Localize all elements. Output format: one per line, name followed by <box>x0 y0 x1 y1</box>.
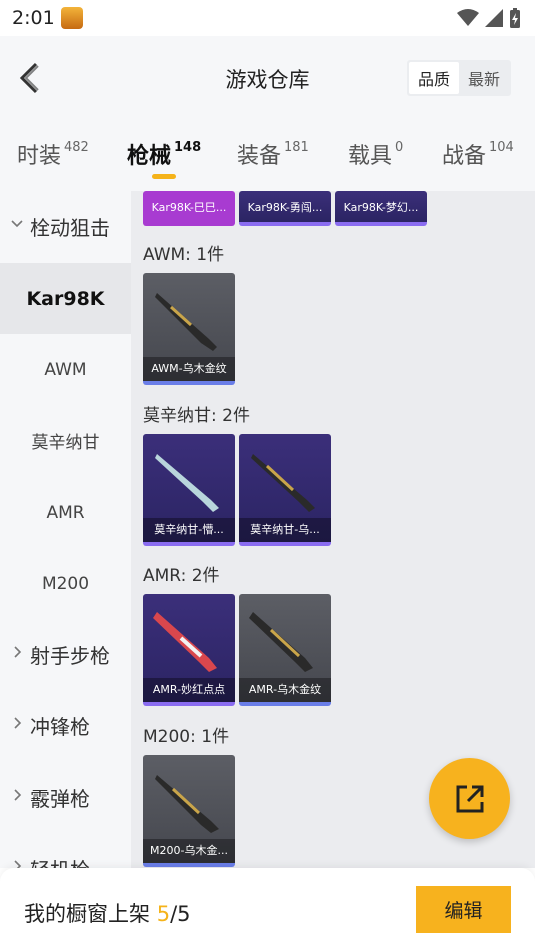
app-header: 游戏仓库 品质 最新 <box>0 36 535 120</box>
battery-icon <box>510 8 520 28</box>
chevron-right-icon <box>14 789 22 801</box>
weapon-card[interactable]: AMR-妙红点点 <box>143 594 235 706</box>
sidebar-item-m200[interactable]: M200 <box>0 548 131 619</box>
share-external-icon <box>456 785 483 812</box>
tab-label: 枪械 <box>127 144 172 169</box>
weapon-card-label: AWM-乌木金纹 <box>143 357 235 381</box>
chevron-down-icon <box>11 220 23 228</box>
sidebar-item-kar98k[interactable]: Kar98K <box>0 263 131 334</box>
sidebar-item-label: 栓动狙击 <box>30 216 110 240</box>
weapon-card[interactable]: AWM-乌木金纹 <box>143 273 235 385</box>
sidebar-item-label: Kar98K <box>26 287 105 310</box>
tab-count: 0 <box>395 140 404 155</box>
tab-equipment[interactable]: 装备 181 <box>237 138 309 170</box>
signal-icon <box>485 9 503 27</box>
chevron-right-icon <box>14 717 22 729</box>
weapon-card-label: 莫辛纳甘-乌... <box>239 518 331 542</box>
sidebar-item-smg[interactable]: 冲锋枪 <box>0 690 131 761</box>
sidebar-item-shotgun[interactable]: 霰弹枪 <box>0 762 131 833</box>
tab-label: 战备 <box>442 144 487 169</box>
weapon-card-label: 莫辛纳甘-懵... <box>143 518 235 542</box>
sidebar-item-label: 轻机枪 <box>30 854 90 868</box>
rifle-icon <box>155 775 219 833</box>
tab-vehicles[interactable]: 载具 0 <box>348 138 403 170</box>
sidebar-item-mosin[interactable]: 莫辛纳甘 <box>0 405 131 476</box>
sidebar-item-lmg[interactable]: 轻机枪 <box>0 833 131 868</box>
weapon-category-sidebar: 栓动狙击 Kar98K AWM 莫辛纳甘 AMR M200 射手步枪 冲锋枪 霰… <box>0 191 131 868</box>
weapon-card-label: Kar98K-勇闯... <box>247 201 323 214</box>
sidebar-item-label: 射手步枪 <box>30 644 110 668</box>
rifle-icon <box>153 612 217 672</box>
tab-label: 载具 <box>348 144 393 169</box>
sidebar-item-label: M200 <box>41 573 90 594</box>
sidebar-item-amr[interactable]: AMR <box>0 477 131 548</box>
weapon-card-label: AMR-乌木金纹 <box>239 678 331 702</box>
rifle-icon <box>155 293 217 351</box>
weapon-card-label: M200-乌木金... <box>143 839 235 863</box>
tab-count: 181 <box>284 140 309 155</box>
weapon-card-label: AMR-妙红点点 <box>143 678 235 702</box>
status-bar: 2:01 <box>0 0 535 36</box>
game-app-icon <box>61 7 83 29</box>
weapon-card[interactable]: M200-乌木金... <box>143 755 235 867</box>
rifle-icon <box>155 454 219 512</box>
sidebar-item-label: 莫辛纳甘 <box>31 433 100 453</box>
sidebar-item-label: 霰弹枪 <box>30 787 90 811</box>
weapon-card[interactable]: Kar98K-勇闯... <box>239 191 331 226</box>
sort-newest-option[interactable]: 最新 <box>459 62 509 94</box>
sidebar-item-awm[interactable]: AWM <box>0 334 131 405</box>
tab-count: 148 <box>174 140 202 155</box>
section-title: AMR: 2件 <box>143 566 220 586</box>
tab-fashion[interactable]: 时装 482 <box>17 138 89 170</box>
weapon-card[interactable]: AMR-乌木金纹 <box>239 594 331 706</box>
tab-label: 装备 <box>237 144 282 169</box>
weapon-card[interactable]: Kar98K-梦幻... <box>335 191 427 226</box>
sort-toggle: 品质 最新 <box>407 60 511 96</box>
rifle-icon <box>251 454 315 512</box>
active-tab-indicator <box>152 174 176 179</box>
showcase-total-count: /5 <box>170 902 191 926</box>
weapon-card[interactable]: 莫辛纳甘-乌... <box>239 434 331 546</box>
sidebar-item-label: AWM <box>44 359 87 380</box>
sidebar-item-marksman[interactable]: 射手步枪 <box>0 619 131 690</box>
weapon-card[interactable]: Kar98K-巳巳... <box>143 191 235 226</box>
rifle-icon <box>249 612 313 672</box>
wifi-icon <box>457 9 479 26</box>
weapon-card[interactable]: 莫辛纳甘-懵... <box>143 434 235 546</box>
weapon-card-label: Kar98K-巳巳... <box>151 201 227 214</box>
showcase-current-count: 5 <box>156 902 171 926</box>
system-icons <box>457 8 521 28</box>
sidebar-item-label: AMR <box>46 502 85 523</box>
showcase-label: 我的橱窗上架 <box>24 902 150 926</box>
chevron-right-icon <box>14 646 22 658</box>
section-title: 莫辛纳甘: 2件 <box>143 406 250 426</box>
share-button[interactable] <box>429 758 510 839</box>
tab-count: 482 <box>64 140 89 155</box>
edit-button[interactable]: 编辑 <box>416 886 511 933</box>
showcase-bar: 我的橱窗上架 5/5 编辑 <box>0 868 535 951</box>
tab-supplies[interactable]: 战备 104 <box>442 138 514 170</box>
chevron-right-icon <box>14 860 22 868</box>
sort-quality-option[interactable]: 品质 <box>409 62 459 94</box>
sidebar-item-label: 冲锋枪 <box>30 715 90 739</box>
showcase-status: 我的橱窗上架 5/5 <box>24 898 191 928</box>
category-tabs: 时装 482 枪械 148 装备 181 载具 0 战备 104 <box>0 120 535 191</box>
section-title: M200: 1件 <box>143 727 230 747</box>
tab-count: 104 <box>489 140 514 155</box>
tab-label: 时装 <box>17 144 62 169</box>
section-title: AWM: 1件 <box>143 245 225 265</box>
sidebar-item-bolt-sniper[interactable]: 栓动狙击 <box>0 191 131 262</box>
status-time: 2:01 <box>12 7 55 29</box>
tab-weapons[interactable]: 枪械 148 <box>127 138 201 170</box>
weapon-card-label: Kar98K-梦幻... <box>343 201 419 214</box>
